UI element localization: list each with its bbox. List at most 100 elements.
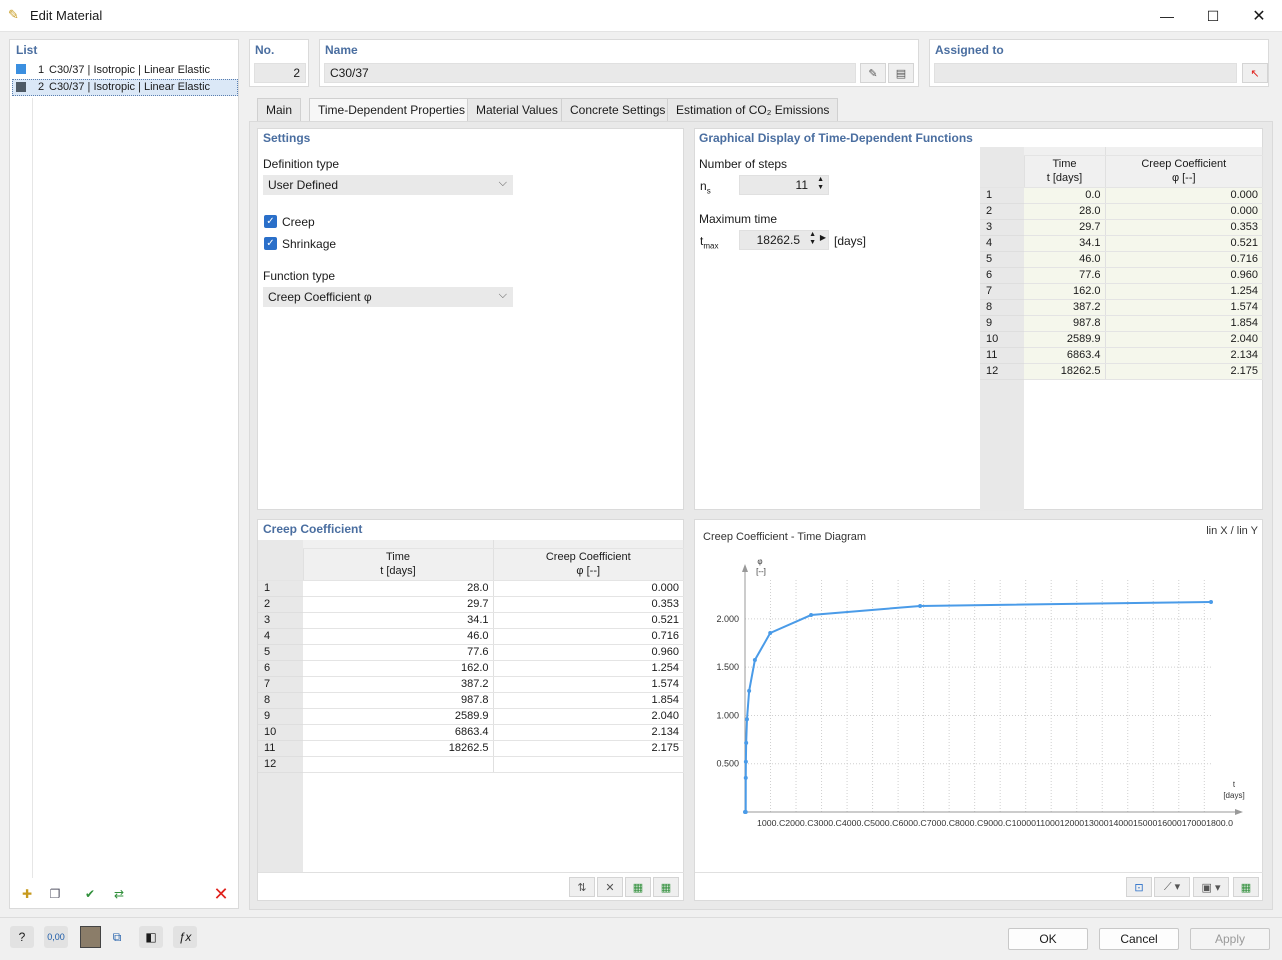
time-cell[interactable]: 387.2	[303, 676, 494, 693]
creep-cell[interactable]: 1.254	[493, 660, 684, 677]
tree-icon[interactable]: ⧉	[105, 926, 129, 948]
copy-material-icon[interactable]: ❐	[43, 883, 67, 905]
import-icon[interactable]: ▦	[625, 877, 651, 897]
apply-button[interactable]: Apply	[1190, 928, 1270, 950]
creep-cell[interactable]: 0.000	[1105, 203, 1264, 220]
creep-cell[interactable]: 1.574	[493, 676, 684, 693]
time-cell[interactable]: 46.0	[303, 628, 494, 645]
table-row[interactable]: 3 29.7 0.353	[980, 219, 1264, 236]
time-cell[interactable]: 987.8	[303, 692, 494, 709]
minimize-button[interactable]: —	[1144, 0, 1190, 32]
table-row[interactable]: 9 2589.9 2.040	[258, 708, 684, 725]
creep-cell[interactable]: 1.854	[493, 692, 684, 709]
table-row[interactable]: 12	[258, 756, 684, 773]
creep-cell[interactable]: 1.574	[1105, 299, 1264, 316]
time-cell[interactable]: 34.1	[303, 612, 494, 629]
time-cell[interactable]: 987.8	[1024, 315, 1106, 332]
tab-co2-emissions[interactable]: Estimation of CO₂ Emissions	[667, 98, 839, 121]
creep-cell[interactable]: 0.716	[1105, 251, 1264, 268]
table-row[interactable]: 7 387.2 1.574	[258, 676, 684, 693]
color-icon[interactable]	[80, 926, 101, 948]
units-icon[interactable]: 0,00	[44, 926, 68, 948]
time-cell[interactable]: 0.0	[1024, 187, 1106, 204]
time-cell[interactable]: 29.7	[303, 596, 494, 613]
table-row[interactable]: 7 162.0 1.254	[980, 283, 1264, 300]
creep-cell[interactable]: 2.175	[1105, 363, 1264, 380]
time-cell[interactable]: 46.0	[1024, 251, 1106, 268]
creep-cell[interactable]: 2.175	[493, 740, 684, 757]
creep-cell[interactable]: 0.960	[1105, 267, 1264, 284]
time-cell[interactable]: 77.6	[1024, 267, 1106, 284]
no-field[interactable]: 2	[254, 63, 306, 83]
creep-cell[interactable]: 0.521	[1105, 235, 1264, 252]
table-row[interactable]: 11 18262.5 2.175	[258, 740, 684, 757]
table-row[interactable]: 4 34.1 0.521	[980, 235, 1264, 252]
new-material-icon[interactable]: ✚	[15, 883, 39, 905]
time-cell[interactable]: 387.2	[1024, 299, 1106, 316]
time-cell[interactable]: 18262.5	[303, 740, 494, 757]
render-icon[interactable]: ◧	[139, 926, 163, 948]
tab-time-dependent-properties[interactable]: Time-Dependent Properties	[309, 98, 474, 122]
table-row[interactable]: 2 29.7 0.353	[258, 596, 684, 613]
ns-stepper[interactable]: 11 ▲ ▼	[739, 175, 829, 195]
table-row[interactable]: 11 6863.4 2.134	[980, 347, 1264, 364]
time-cell[interactable]: 162.0	[1024, 283, 1106, 300]
creep-cell[interactable]	[493, 756, 684, 773]
table-row[interactable]: 5 77.6 0.960	[258, 644, 684, 661]
export-chart-icon[interactable]: ▦	[1233, 877, 1259, 897]
tab-main[interactable]: Main	[257, 98, 302, 121]
creep-cell[interactable]: 1.254	[1105, 283, 1264, 300]
name-field[interactable]: C30/37	[324, 63, 856, 83]
table-row[interactable]: 2 28.0 0.000	[980, 203, 1264, 220]
close-button[interactable]: ✕	[1236, 0, 1282, 32]
time-cell[interactable]: 28.0	[303, 580, 494, 597]
table-row[interactable]: 6 77.6 0.960	[980, 267, 1264, 284]
sort-icon[interactable]: ⇅	[569, 877, 595, 897]
creep-cell[interactable]: 0.353	[1105, 219, 1264, 236]
table-row[interactable]: 6 162.0 1.254	[258, 660, 684, 677]
assign-select-icon[interactable]: ↖	[1242, 63, 1268, 83]
tab-material-values[interactable]: Material Values	[467, 98, 567, 121]
ok-button[interactable]: OK	[1008, 928, 1088, 950]
creep-checkbox[interactable]: ✓	[264, 215, 277, 228]
table-row[interactable]: 12 18262.5 2.175	[980, 363, 1264, 380]
time-cell[interactable]: 34.1	[1024, 235, 1106, 252]
cancel-button[interactable]: Cancel	[1099, 928, 1179, 950]
zoom-extents-icon[interactable]: ⊡	[1126, 877, 1152, 897]
shrinkage-checkbox[interactable]: ✓	[264, 237, 277, 250]
time-cell[interactable]: 162.0	[303, 660, 494, 677]
creep-cell[interactable]: 0.353	[493, 596, 684, 613]
table-row[interactable]: 8 387.2 1.574	[980, 299, 1264, 316]
help-icon[interactable]: ?	[10, 926, 34, 948]
creep-cell[interactable]: 2.040	[1105, 331, 1264, 348]
edit-name-icon[interactable]: ✎	[860, 63, 886, 83]
function-icon[interactable]: ƒx	[173, 926, 197, 948]
creep-cell[interactable]: 0.716	[493, 628, 684, 645]
time-cell[interactable]: 77.6	[303, 644, 494, 661]
table-row[interactable]: 10 2589.9 2.040	[980, 331, 1264, 348]
creep-cell[interactable]: 0.000	[1105, 187, 1264, 204]
list-item[interactable]: 2 C30/37 | Isotropic | Linear Elastic	[12, 79, 238, 96]
renumber-icon[interactable]: ⇄	[107, 883, 131, 905]
table-row[interactable]: 5 46.0 0.716	[980, 251, 1264, 268]
creep-cell[interactable]: 0.521	[493, 612, 684, 629]
time-cell[interactable]	[303, 756, 494, 773]
tmax-stepper[interactable]: 18262.5 ▲ ▼ ▶	[739, 230, 829, 250]
time-cell[interactable]: 29.7	[1024, 219, 1106, 236]
list-item[interactable]: 1 C30/37 | Isotropic | Linear Elastic	[12, 62, 238, 78]
assigned-field[interactable]	[934, 63, 1237, 83]
delete-icon[interactable]: ✕	[209, 883, 233, 905]
table-row[interactable]: 9 987.8 1.854	[980, 315, 1264, 332]
time-cell[interactable]: 2589.9	[1024, 331, 1106, 348]
creep-cell[interactable]: 1.854	[1105, 315, 1264, 332]
print-icon[interactable]: ▣ ▾	[1193, 877, 1229, 897]
creep-cell[interactable]: 2.134	[1105, 347, 1264, 364]
table-row[interactable]: 8 987.8 1.854	[258, 692, 684, 709]
creep-cell[interactable]: 2.134	[493, 724, 684, 741]
time-cell[interactable]: 6863.4	[1024, 347, 1106, 364]
play-icon[interactable]: ▶	[820, 233, 826, 242]
time-cell[interactable]: 6863.4	[303, 724, 494, 741]
table-row[interactable]: 1 28.0 0.000	[258, 580, 684, 597]
function-type-select[interactable]: Creep Coefficient φ ⌵	[263, 287, 513, 307]
creep-cell[interactable]: 0.000	[493, 580, 684, 597]
